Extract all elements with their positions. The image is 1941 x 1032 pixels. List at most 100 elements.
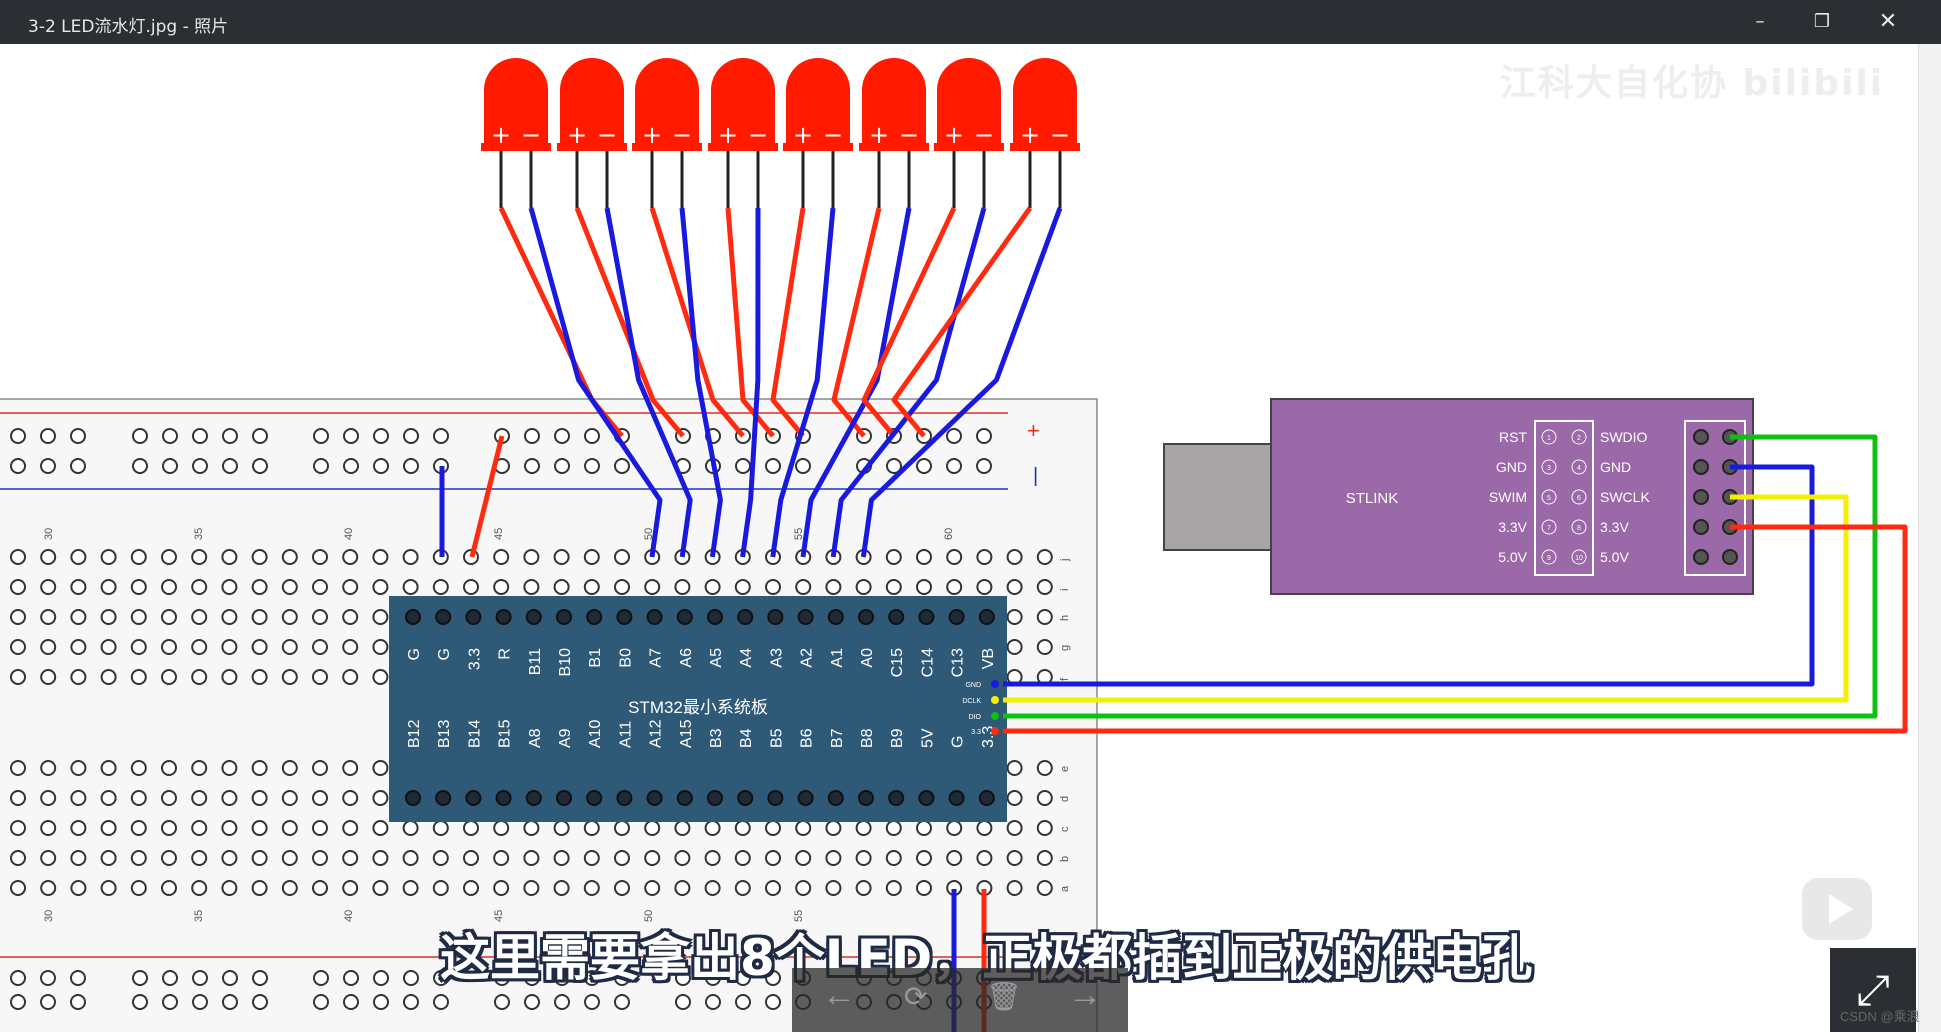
breadboard-hole [523,880,540,896]
breadboard-hole [946,458,962,474]
breadboard-hole [161,760,177,776]
breadboard-hole [161,609,177,625]
forward-arrow-icon[interactable]: → [1068,976,1102,1015]
breadboard-hole [644,880,661,896]
breadboard-hole [342,760,359,776]
breadboard-hole [855,880,872,896]
close-icon[interactable]: ✕ [1858,0,1918,44]
breadboard-hole [463,880,479,896]
rail-minus-label: | [1033,465,1038,487]
board-pin [707,609,723,625]
breadboard-hole [222,428,238,444]
breadboard-hole [403,458,419,474]
led-plus-label: + [567,121,587,149]
breadboard-hole [1006,760,1023,776]
breadboard-hole [40,549,57,565]
breadboard-hole [312,549,328,565]
stlink-pin-number: 7 [1547,525,1551,532]
breadboard-hole [192,458,208,474]
breadboard-hole [734,820,751,836]
breadboard-hole [795,579,812,595]
breadboard-hole [343,994,359,1010]
breadboard-hole [132,428,148,444]
breadboard-hole [343,458,359,474]
board-pin-label-bottom: B6 [799,728,816,748]
rotate-icon[interactable]: ⟳ [904,980,927,1013]
board-pin [888,790,905,806]
breadboard-hole [100,609,117,625]
column-number: 35 [193,910,205,922]
breadboard-hole [885,579,902,595]
breadboard-hole [705,994,721,1010]
back-arrow-icon[interactable]: ← [822,976,856,1015]
breadboard-hole [191,790,208,806]
breadboard-hole [1006,579,1023,595]
breadboard-hole [704,820,721,836]
breadboard-hole [70,669,87,685]
breadboard-hole [885,549,902,565]
breadboard-hole [221,669,238,685]
board-pin-label-top: G [436,648,453,660]
breadboard-hole [313,458,329,474]
restore-icon[interactable]: ❐ [1792,0,1852,44]
stlink-pin-label-left: SWIM [1489,489,1527,505]
breadboard-hole [281,820,298,836]
breadboard-hole [1036,639,1053,655]
stlink-pin-label-left: GND [1496,459,1527,475]
board-pin [616,790,633,806]
breadboard-hole [221,579,238,595]
board-pin [797,609,814,625]
breadboard-hole [100,850,117,866]
breadboard-hole [312,790,328,806]
breadboard-hole [553,820,570,836]
stlink-label: STLINK [1346,490,1399,507]
board-pin [827,609,844,625]
breadboard-hole [70,428,86,444]
breadboard-hole [403,970,419,986]
breadboard-hole [1036,579,1053,595]
stlink-pin-label-left: 5.0V [1498,549,1527,565]
breadboard-hole [433,428,449,444]
breadboard-hole [132,458,148,474]
breadboard-hole [432,820,449,836]
breadboard-hole [825,850,842,866]
column-number: 40 [343,528,355,540]
breadboard-hole [372,790,389,806]
breadboard-hole [40,458,56,474]
breadboard-hole [372,850,389,866]
delete-icon[interactable]: 🗑 [986,980,1022,1013]
breadboard-hole [251,579,268,595]
breadboard-hole [191,880,208,896]
minimize-icon[interactable]: – [1730,0,1790,44]
breadboard-hole [342,549,359,565]
breadboard-hole [614,820,630,836]
board-pin [646,609,663,625]
breadboard-hole [493,850,510,866]
breadboard-hole [222,458,238,474]
breadboard-hole [402,880,419,896]
breadboard-hole [735,994,751,1010]
breadboard-hole [312,609,328,625]
breadboard-hole [976,458,992,474]
stlink-connector-pin [1693,549,1709,565]
play-icon[interactable] [1802,878,1872,940]
breadboard-hole [583,850,600,866]
breadboard-hole [855,579,872,595]
breadboard-hole [342,790,359,806]
breadboard-hole [342,609,359,625]
breadboard-hole [402,549,419,565]
breadboard-hole [946,428,962,444]
led-plus-label: + [642,121,662,149]
breadboard-hole [433,994,449,1010]
breadboard-hole [1036,880,1053,896]
breadboard-hole [10,609,26,625]
breadboard-hole [10,458,26,474]
stlink-connector-pin [1693,489,1709,505]
breadboard-hole [132,970,148,986]
breadboard-hole [191,609,208,625]
breadboard-hole [373,428,389,444]
breadboard-hole [40,428,56,444]
breadboard-hole [162,428,178,444]
breadboard-hole [10,994,26,1010]
breadboard-hole [100,790,117,806]
